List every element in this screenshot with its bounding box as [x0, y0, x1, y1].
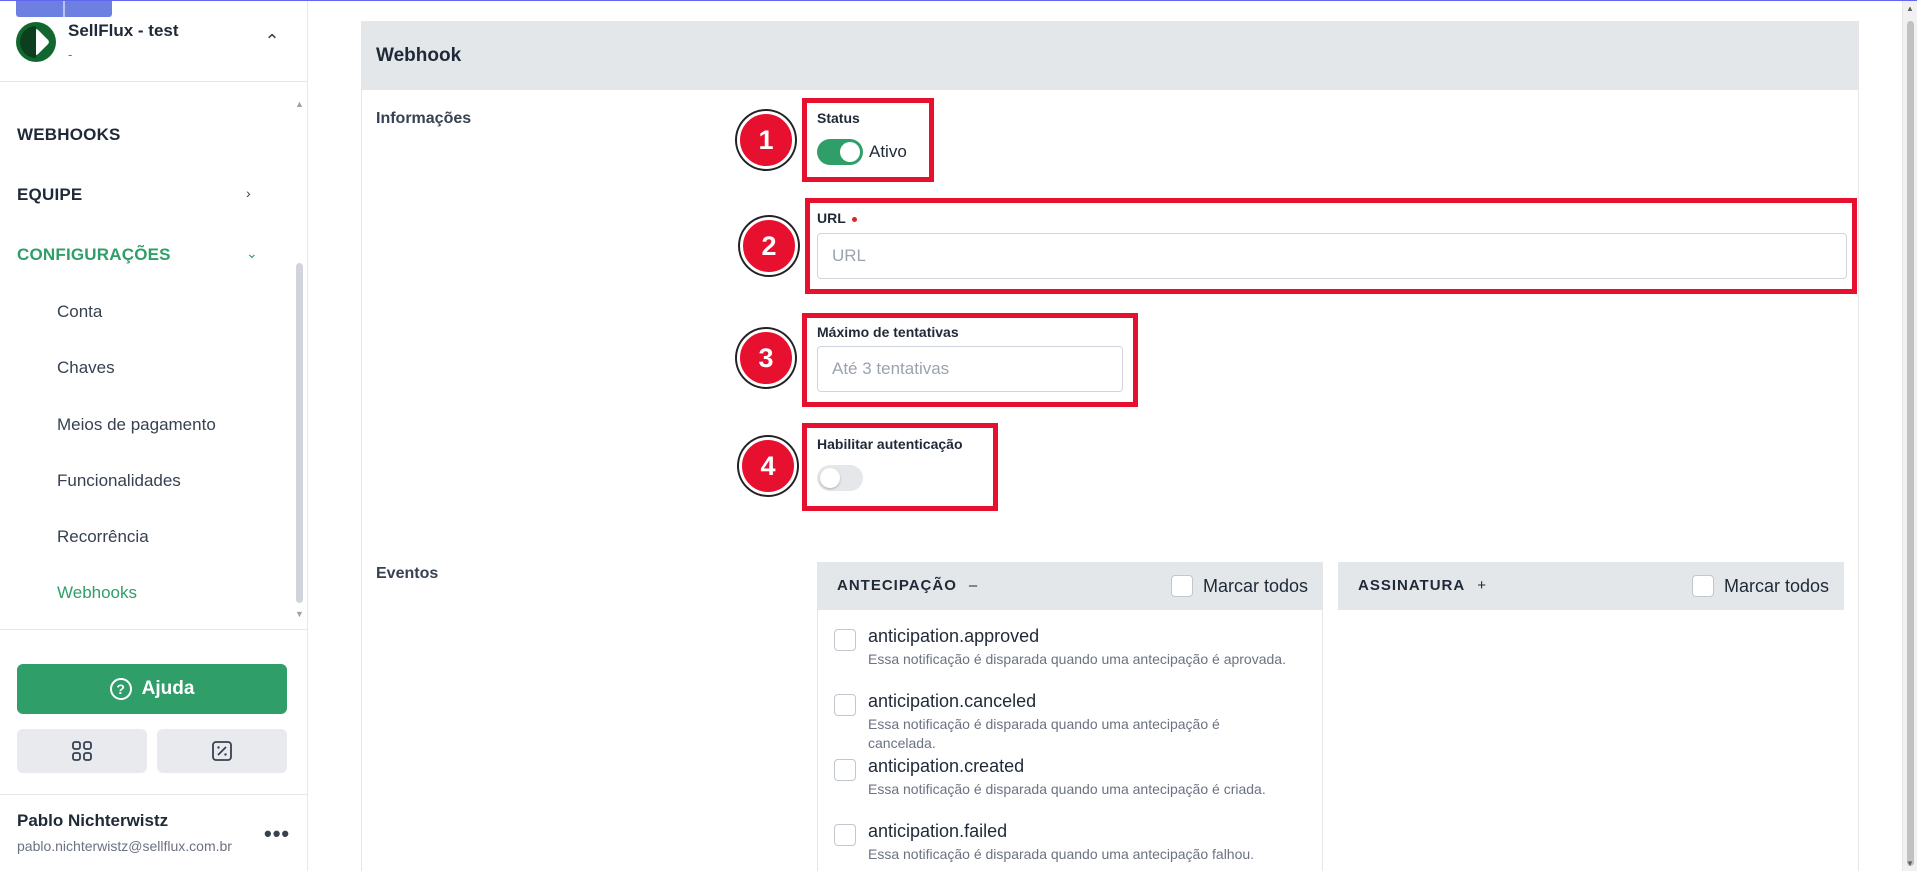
- callout-badge-1: 1: [737, 111, 795, 169]
- webhook-card: Webhook Informações Status Ativo URL Máx…: [361, 21, 1859, 871]
- event-group-antecipacao: ANTECIPAÇÃO – Marcar todos anticipation.a…: [817, 562, 1323, 871]
- scroll-up-arrow-icon[interactable]: ▲: [295, 99, 304, 109]
- scroll-down-arrow-icon[interactable]: ▼: [295, 609, 304, 619]
- event-checkbox[interactable]: [834, 629, 856, 651]
- highlight-box-max-attempts: [802, 313, 1138, 407]
- event-name: anticipation.created: [868, 756, 1025, 776]
- check-all[interactable]: Marcar todos: [1171, 575, 1308, 597]
- divider: [0, 81, 308, 82]
- page-title: Webhook: [376, 45, 462, 66]
- tab-indicator: [16, 1, 112, 17]
- highlight-box-auth: [802, 423, 998, 511]
- check-all-label: Marcar todos: [1203, 575, 1309, 596]
- event-list: anticipation.approved Essa notificação é…: [817, 610, 1323, 871]
- section-informacoes: Informações: [376, 110, 472, 127]
- chevron-down-icon[interactable]: ⌄: [246, 245, 258, 262]
- event-group-header[interactable]: ANTECIPAÇÃO – Marcar todos: [817, 562, 1323, 610]
- sidebar-scrollbar[interactable]: [296, 263, 303, 603]
- more-options-icon[interactable]: •••: [264, 821, 290, 847]
- event-group-assinatura: ASSINATURA + Marcar todos: [1338, 562, 1844, 610]
- event-name: anticipation.failed: [868, 821, 1008, 841]
- event-description: Essa notificação é disparada quando uma …: [868, 781, 1266, 797]
- callout-badge-2: 2: [740, 217, 798, 275]
- scroll-up-arrow-icon[interactable]: ▲: [1906, 4, 1914, 13]
- highlight-box-url: [805, 198, 1857, 294]
- page-scrollbar[interactable]: ▲ ▼: [1902, 1, 1917, 871]
- nav-item-webhooks[interactable]: WEBHOOKS: [17, 125, 121, 145]
- sub-item-recorrencia[interactable]: Recorrência: [57, 527, 149, 547]
- org-subtitle: -: [68, 47, 73, 62]
- percent-square-icon: [212, 741, 232, 761]
- sub-item-chaves[interactable]: Chaves: [57, 358, 115, 378]
- sub-item-conta[interactable]: Conta: [57, 302, 102, 322]
- collapse-icon[interactable]: –: [969, 577, 978, 594]
- org-name: SellFlux - test: [68, 21, 179, 40]
- check-all-checkbox[interactable]: [1692, 575, 1714, 597]
- scrollbar-thumb[interactable]: [1907, 21, 1914, 866]
- event-checkbox[interactable]: [834, 759, 856, 781]
- callout-badge-3: 3: [737, 329, 795, 387]
- question-circle-icon: ?: [109, 678, 132, 700]
- nav-item-equipe[interactable]: EQUIPE: [17, 185, 82, 205]
- event-group-title-text: ANTECIPAÇÃO: [837, 577, 957, 594]
- apps-grid-button[interactable]: [17, 729, 147, 773]
- percent-button[interactable]: [157, 729, 287, 773]
- event-group-header[interactable]: ASSINATURA + Marcar todos: [1338, 562, 1844, 610]
- check-all[interactable]: Marcar todos: [1692, 575, 1829, 597]
- help-button-label: Ajuda: [141, 678, 195, 699]
- chevron-right-icon[interactable]: ›: [246, 185, 251, 201]
- sub-item-funcionalidades[interactable]: Funcionalidades: [57, 471, 181, 491]
- check-all-label: Marcar todos: [1724, 575, 1830, 596]
- event-description: Essa notificação é disparada quando uma …: [868, 846, 1255, 862]
- divider: [0, 794, 308, 795]
- org-switcher[interactable]: SellFlux - test - ⌃: [16, 19, 292, 65]
- event-name: anticipation.approved: [868, 626, 1040, 646]
- grid-icon: [72, 741, 92, 761]
- nav-item-configuracoes[interactable]: CONFIGURAÇÕES: [17, 245, 171, 265]
- user-name: Pablo Nichterwistz: [17, 811, 169, 830]
- chevron-up-down-icon[interactable]: ⌃: [260, 29, 284, 53]
- card-header: Webhook: [362, 22, 1858, 90]
- event-checkbox[interactable]: [834, 694, 856, 716]
- divider: [0, 629, 308, 630]
- expand-icon[interactable]: +: [1477, 577, 1487, 594]
- event-group-title: ASSINATURA +: [1358, 577, 1487, 594]
- user-email: pablo.nichterwistz@sellflux.com.br: [17, 838, 232, 854]
- scroll-down-arrow-icon[interactable]: ▼: [1906, 859, 1914, 868]
- event-name: anticipation.canceled: [868, 691, 1037, 711]
- event-description: Essa notificação é disparada quando uma …: [868, 651, 1286, 667]
- highlight-box-status: [802, 98, 934, 182]
- event-group-title: ANTECIPAÇÃO –: [837, 577, 978, 594]
- help-button[interactable]: ? Ajuda: [17, 664, 287, 714]
- event-checkbox[interactable]: [834, 824, 856, 846]
- event-group-title-text: ASSINATURA: [1358, 577, 1466, 594]
- sub-item-webhooks[interactable]: Webhooks: [57, 583, 137, 603]
- event-description: Essa notificação é disparada quando uma …: [868, 716, 1220, 751]
- sub-item-meios-de-pagamento[interactable]: Meios de pagamento: [57, 415, 216, 435]
- check-all-checkbox[interactable]: [1171, 575, 1193, 597]
- callout-badge-4: 4: [739, 437, 797, 495]
- section-eventos: Eventos: [376, 565, 439, 582]
- sidebar: SellFlux - test - ⌃ ▲ ▼ WEBHOOKS EQUIPE …: [0, 1, 308, 871]
- org-logo: [16, 22, 56, 62]
